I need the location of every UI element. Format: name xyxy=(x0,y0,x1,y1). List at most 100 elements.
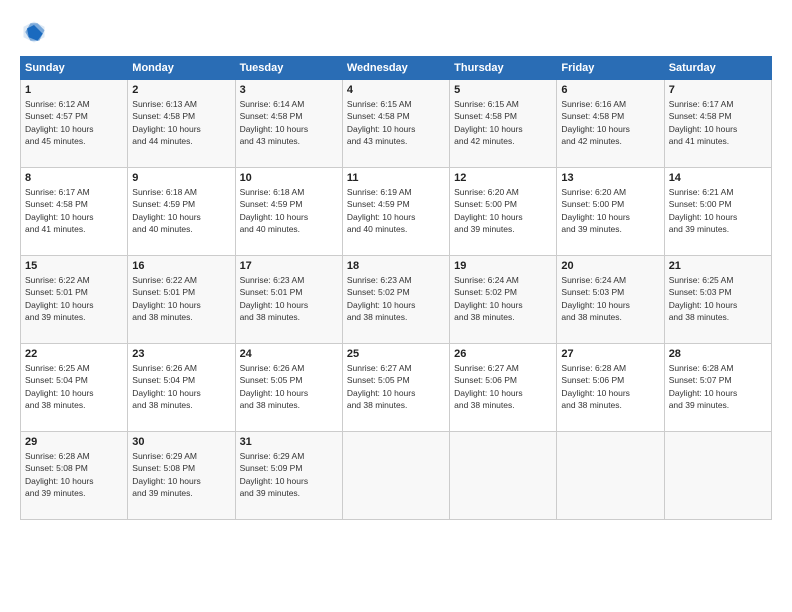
day-number: 3 xyxy=(240,84,338,96)
week-row-1: 1 Sunrise: 6:12 AMSunset: 4:57 PMDaylight… xyxy=(21,80,772,168)
day-number: 14 xyxy=(669,172,767,184)
day-cell: 16 Sunrise: 6:22 AMSunset: 5:01 PMDayligh… xyxy=(128,256,235,344)
day-cell: 22 Sunrise: 6:25 AMSunset: 5:04 PMDayligh… xyxy=(21,344,128,432)
day-info: Sunrise: 6:27 AMSunset: 5:06 PMDaylight:… xyxy=(454,362,552,411)
day-cell: 30 Sunrise: 6:29 AMSunset: 5:08 PMDayligh… xyxy=(128,432,235,520)
day-cell xyxy=(342,432,449,520)
day-number: 5 xyxy=(454,84,552,96)
day-info: Sunrise: 6:29 AMSunset: 5:09 PMDaylight:… xyxy=(240,450,338,499)
day-info: Sunrise: 6:26 AMSunset: 5:04 PMDaylight:… xyxy=(132,362,230,411)
day-info: Sunrise: 6:28 AMSunset: 5:08 PMDaylight:… xyxy=(25,450,123,499)
day-cell: 1 Sunrise: 6:12 AMSunset: 4:57 PMDaylight… xyxy=(21,80,128,168)
day-info: Sunrise: 6:18 AMSunset: 4:59 PMDaylight:… xyxy=(132,186,230,235)
day-info: Sunrise: 6:15 AMSunset: 4:58 PMDaylight:… xyxy=(347,98,445,147)
day-info: Sunrise: 6:23 AMSunset: 5:02 PMDaylight:… xyxy=(347,274,445,323)
day-cell: 18 Sunrise: 6:23 AMSunset: 5:02 PMDayligh… xyxy=(342,256,449,344)
day-info: Sunrise: 6:22 AMSunset: 5:01 PMDaylight:… xyxy=(132,274,230,323)
day-cell: 7 Sunrise: 6:17 AMSunset: 4:58 PMDaylight… xyxy=(664,80,771,168)
day-number: 2 xyxy=(132,84,230,96)
weekday-header-tuesday: Tuesday xyxy=(235,57,342,80)
day-cell: 31 Sunrise: 6:29 AMSunset: 5:09 PMDayligh… xyxy=(235,432,342,520)
day-cell: 11 Sunrise: 6:19 AMSunset: 4:59 PMDayligh… xyxy=(342,168,449,256)
day-cell: 17 Sunrise: 6:23 AMSunset: 5:01 PMDayligh… xyxy=(235,256,342,344)
weekday-header-wednesday: Wednesday xyxy=(342,57,449,80)
page: SundayMondayTuesdayWednesdayThursdayFrid… xyxy=(0,0,792,612)
day-number: 13 xyxy=(561,172,659,184)
day-number: 24 xyxy=(240,348,338,360)
day-number: 27 xyxy=(561,348,659,360)
day-cell: 3 Sunrise: 6:14 AMSunset: 4:58 PMDaylight… xyxy=(235,80,342,168)
day-info: Sunrise: 6:14 AMSunset: 4:58 PMDaylight:… xyxy=(240,98,338,147)
day-number: 15 xyxy=(25,260,123,272)
day-info: Sunrise: 6:16 AMSunset: 4:58 PMDaylight:… xyxy=(561,98,659,147)
day-cell: 24 Sunrise: 6:26 AMSunset: 5:05 PMDayligh… xyxy=(235,344,342,432)
day-number: 26 xyxy=(454,348,552,360)
day-info: Sunrise: 6:26 AMSunset: 5:05 PMDaylight:… xyxy=(240,362,338,411)
day-info: Sunrise: 6:24 AMSunset: 5:02 PMDaylight:… xyxy=(454,274,552,323)
day-info: Sunrise: 6:12 AMSunset: 4:57 PMDaylight:… xyxy=(25,98,123,147)
weekday-header-sunday: Sunday xyxy=(21,57,128,80)
day-cell: 26 Sunrise: 6:27 AMSunset: 5:06 PMDayligh… xyxy=(450,344,557,432)
day-number: 7 xyxy=(669,84,767,96)
day-cell: 19 Sunrise: 6:24 AMSunset: 5:02 PMDayligh… xyxy=(450,256,557,344)
day-info: Sunrise: 6:20 AMSunset: 5:00 PMDaylight:… xyxy=(454,186,552,235)
day-info: Sunrise: 6:24 AMSunset: 5:03 PMDaylight:… xyxy=(561,274,659,323)
day-cell: 9Sunrise: 6:18 AMSunset: 4:59 PMDaylight… xyxy=(128,168,235,256)
week-row-3: 15 Sunrise: 6:22 AMSunset: 5:01 PMDayligh… xyxy=(21,256,772,344)
day-number: 22 xyxy=(25,348,123,360)
day-number: 31 xyxy=(240,436,338,448)
day-number: 28 xyxy=(669,348,767,360)
week-row-5: 29Sunrise: 6:28 AMSunset: 5:08 PMDayligh… xyxy=(21,432,772,520)
day-number: 23 xyxy=(132,348,230,360)
day-info: Sunrise: 6:13 AMSunset: 4:58 PMDaylight:… xyxy=(132,98,230,147)
weekday-header-saturday: Saturday xyxy=(664,57,771,80)
day-cell xyxy=(664,432,771,520)
day-number: 20 xyxy=(561,260,659,272)
day-info: Sunrise: 6:28 AMSunset: 5:07 PMDaylight:… xyxy=(669,362,767,411)
day-cell: 20 Sunrise: 6:24 AMSunset: 5:03 PMDayligh… xyxy=(557,256,664,344)
day-cell: 2 Sunrise: 6:13 AMSunset: 4:58 PMDaylight… xyxy=(128,80,235,168)
day-info: Sunrise: 6:27 AMSunset: 5:05 PMDaylight:… xyxy=(347,362,445,411)
calendar: SundayMondayTuesdayWednesdayThursdayFrid… xyxy=(20,56,772,520)
day-info: Sunrise: 6:25 AMSunset: 5:03 PMDaylight:… xyxy=(669,274,767,323)
day-cell: 29Sunrise: 6:28 AMSunset: 5:08 PMDayligh… xyxy=(21,432,128,520)
day-cell: 25 Sunrise: 6:27 AMSunset: 5:05 PMDayligh… xyxy=(342,344,449,432)
day-info: Sunrise: 6:22 AMSunset: 5:01 PMDaylight:… xyxy=(25,274,123,323)
day-number: 8 xyxy=(25,172,123,184)
day-number: 12 xyxy=(454,172,552,184)
day-number: 21 xyxy=(669,260,767,272)
week-row-4: 22 Sunrise: 6:25 AMSunset: 5:04 PMDayligh… xyxy=(21,344,772,432)
day-number: 19 xyxy=(454,260,552,272)
day-info: Sunrise: 6:20 AMSunset: 5:00 PMDaylight:… xyxy=(561,186,659,235)
day-number: 18 xyxy=(347,260,445,272)
day-cell: 13 Sunrise: 6:20 AMSunset: 5:00 PMDayligh… xyxy=(557,168,664,256)
day-info: Sunrise: 6:19 AMSunset: 4:59 PMDaylight:… xyxy=(347,186,445,235)
day-info: Sunrise: 6:23 AMSunset: 5:01 PMDaylight:… xyxy=(240,274,338,323)
day-cell xyxy=(450,432,557,520)
day-cell: 23 Sunrise: 6:26 AMSunset: 5:04 PMDayligh… xyxy=(128,344,235,432)
day-number: 1 xyxy=(25,84,123,96)
day-info: Sunrise: 6:25 AMSunset: 5:04 PMDaylight:… xyxy=(25,362,123,411)
day-cell: 8 Sunrise: 6:17 AMSunset: 4:58 PMDaylight… xyxy=(21,168,128,256)
day-number: 25 xyxy=(347,348,445,360)
day-info: Sunrise: 6:21 AMSunset: 5:00 PMDaylight:… xyxy=(669,186,767,235)
day-cell: 15 Sunrise: 6:22 AMSunset: 5:01 PMDayligh… xyxy=(21,256,128,344)
day-cell: 28 Sunrise: 6:28 AMSunset: 5:07 PMDayligh… xyxy=(664,344,771,432)
day-info: Sunrise: 6:17 AMSunset: 4:58 PMDaylight:… xyxy=(669,98,767,147)
day-cell: 21 Sunrise: 6:25 AMSunset: 5:03 PMDayligh… xyxy=(664,256,771,344)
weekday-header-row: SundayMondayTuesdayWednesdayThursdayFrid… xyxy=(21,57,772,80)
day-cell: 12 Sunrise: 6:20 AMSunset: 5:00 PMDayligh… xyxy=(450,168,557,256)
day-number: 6 xyxy=(561,84,659,96)
day-info: Sunrise: 6:29 AMSunset: 5:08 PMDaylight:… xyxy=(132,450,230,499)
day-number: 30 xyxy=(132,436,230,448)
day-number: 16 xyxy=(132,260,230,272)
day-cell: 27Sunrise: 6:28 AMSunset: 5:06 PMDayligh… xyxy=(557,344,664,432)
day-number: 11 xyxy=(347,172,445,184)
day-number: 17 xyxy=(240,260,338,272)
day-cell: 10 Sunrise: 6:18 AMSunset: 4:59 PMDayligh… xyxy=(235,168,342,256)
day-number: 10 xyxy=(240,172,338,184)
day-number: 4 xyxy=(347,84,445,96)
day-info: Sunrise: 6:17 AMSunset: 4:58 PMDaylight:… xyxy=(25,186,123,235)
day-info: Sunrise: 6:18 AMSunset: 4:59 PMDaylight:… xyxy=(240,186,338,235)
weekday-header-friday: Friday xyxy=(557,57,664,80)
